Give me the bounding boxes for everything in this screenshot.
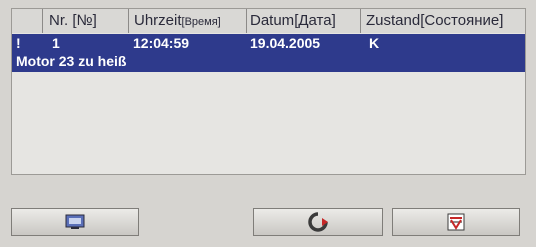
acknowledge-icon xyxy=(308,212,328,232)
table-header: Nr. [№] Uhrzeit[Время] Datum[Дата] Zusta… xyxy=(12,9,525,33)
cell-date: 19.04.2005 xyxy=(250,35,321,51)
column-header-state-translation: [Состояние] xyxy=(420,12,504,29)
column-header-state[interactable]: Zustand[Состояние] xyxy=(362,9,525,33)
column-header-nr[interactable]: Nr. [№] xyxy=(43,9,129,33)
column-header-nr-translation: [№] xyxy=(72,12,97,29)
cell-state: K xyxy=(369,35,380,51)
filter-button[interactable] xyxy=(392,208,520,236)
column-header-date-translation: [Дата] xyxy=(294,12,336,29)
info-button[interactable] xyxy=(11,208,139,236)
monitor-icon xyxy=(65,214,85,229)
column-header-time-translation: [Время] xyxy=(181,16,221,28)
cell-nr: 1 xyxy=(52,35,60,51)
column-header-state-label: Zustand xyxy=(366,12,421,29)
acknowledge-button[interactable] xyxy=(253,208,383,236)
column-header-nr-label: Nr. xyxy=(49,12,69,29)
column-header-date-label: Datum xyxy=(250,12,295,29)
column-header-date[interactable]: Datum[Дата] xyxy=(248,9,361,33)
column-header-time[interactable]: Uhrzeit[Время] xyxy=(130,9,247,33)
header-blank-cell xyxy=(12,9,43,33)
alarm-flag: ! xyxy=(16,35,21,51)
cell-time: 12:04:59 xyxy=(133,35,190,51)
table-row-selected[interactable]: ! 1 12:04:59 19.04.2005 K Motor 23 zu he… xyxy=(12,34,525,72)
filter-icon xyxy=(447,213,465,231)
column-header-time-label: Uhrzeit xyxy=(134,12,182,29)
cell-message: Motor 23 zu heiß xyxy=(16,53,127,69)
alarm-list: Nr. [№] Uhrzeit[Время] Datum[Дата] Zusta… xyxy=(11,8,526,175)
